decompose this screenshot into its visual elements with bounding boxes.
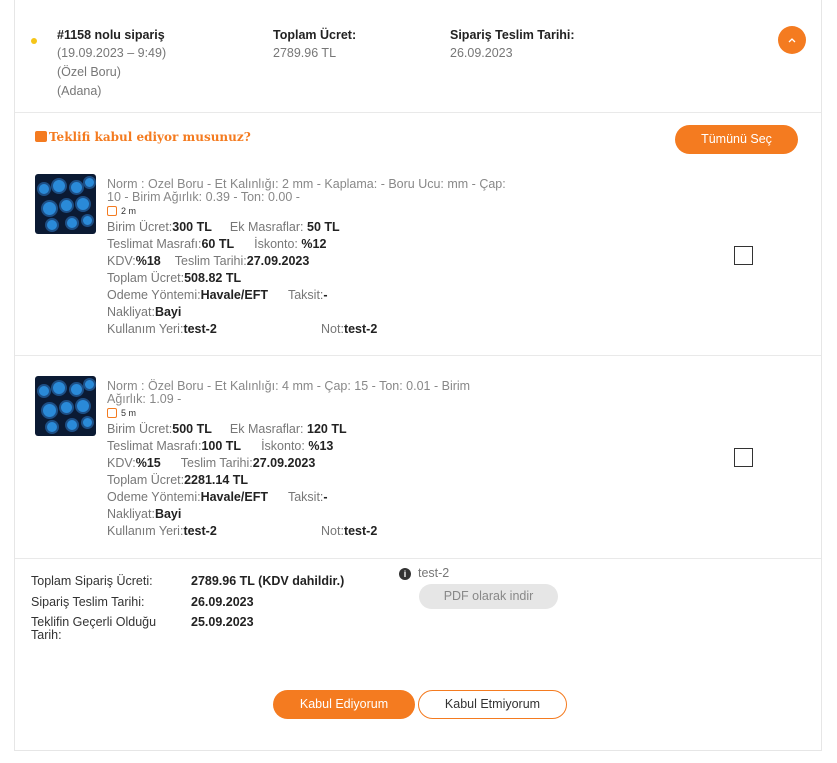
product-image [35,174,96,234]
summary-delivery-value: 26.09.2023 [191,595,254,609]
shipping-line: Teslimat Masrafı:100 TL İskonto: %13 [107,439,334,453]
usage-line: Kullanım Yeri:test-2 [107,524,217,538]
total-line: Toplam Ücret:2281.14 TL [107,473,249,487]
order-delivery-value: 26.09.2023 [450,46,513,60]
offer-icon [35,131,47,142]
shipping-line: Teslimat Masrafı:60 TL İskonto: %12 [107,237,327,251]
transport-line: Nakliyat:Bayi [107,507,182,521]
summary-valid-value: 25.09.2023 [191,615,254,629]
box-icon [107,206,117,216]
usage-line: Kullanım Yeri:test-2 [107,322,217,336]
offer-question-text: Teklifi kabul ediyor musunuz? [49,130,251,144]
item-checkbox[interactable] [734,246,753,265]
summary-delivery-label: Sipariş Teslim Tarihi: [31,595,145,609]
transport-line: Nakliyat:Bayi [107,305,182,319]
summary-total-value: 2789.96 TL (KDV dahildir.) [191,574,345,588]
order-category: (Özel Boru) [57,65,121,79]
note-line: Not:test-2 [321,322,378,336]
pdf-download-button[interactable]: PDF olarak indir [419,584,558,609]
product-description: Norm : Özel Boru - Et Kalınlığı: 4 mm - … [107,379,471,406]
order-datetime: (19.09.2023 – 9:49) [57,46,167,60]
order-number: #1158 nolu sipariş [57,28,165,42]
offer-item: Norm : Ozel Boru - Et Kalınlığı: 2 mm - … [15,160,821,356]
offer-item: Norm : Özel Boru - Et Kalınlığı: 4 mm - … [15,356,821,559]
order-header[interactable]: #1158 nolu sipariş (19.09.2023 – 9:49) (… [15,0,821,113]
price-line: Birim Ücret:300 TL Ek Masraflar: 50 TL [107,220,340,234]
item-checkbox[interactable] [734,448,753,467]
payment-line: Odeme Yöntemi:Havale/EFT Taksit:- [107,490,328,504]
order-card: #1158 nolu sipariş (19.09.2023 – 9:49) (… [14,0,822,751]
offer-question: Teklifi kabul ediyor musunuz? [35,130,251,144]
vat-line: KDV:%15 Teslim Tarihi:27.09.2023 [107,456,316,470]
vat-line: KDV:%18 Teslim Tarihi:27.09.2023 [107,254,310,268]
info-icon: i [399,568,411,580]
product-image [35,376,96,436]
total-line: Toplam Ücret:508.82 TL [107,271,242,285]
summary-total-label: Toplam Sipariş Ücreti: [31,574,153,588]
order-city: (Adana) [57,84,102,98]
reject-button[interactable]: Kabul Etmiyorum [418,690,567,719]
summary-valid-label: Teklifin Geçerli Olduğu [31,615,157,629]
length-badge: 2 m [107,206,136,216]
status-dot [31,38,37,44]
box-icon [107,408,117,418]
product-description: Norm : Ozel Boru - Et Kalınlığı: 2 mm - … [107,177,506,204]
order-total-value: 2789.96 TL [273,46,337,60]
price-line: Birim Ücret:500 TL Ek Masraflar: 120 TL [107,422,347,436]
order-delivery-label: Sipariş Teslim Tarihi: [450,28,575,42]
note-line: Not:test-2 [321,524,378,538]
length-value: 5 m [121,408,137,418]
collapse-button[interactable] [778,26,806,54]
accept-button[interactable]: Kabul Ediyorum [273,690,415,719]
info-text: test-2 [418,566,450,580]
select-all-button[interactable]: Tümünü Seç [675,125,798,154]
payment-line: Odeme Yöntemi:Havale/EFT Taksit:- [107,288,328,302]
summary-valid-label-2: Tarih: [31,628,62,642]
order-total-label: Toplam Ücret: [273,28,357,42]
length-value: 2 m [121,206,137,216]
chevron-up-icon [788,37,796,43]
length-badge: 5 m [107,408,136,418]
